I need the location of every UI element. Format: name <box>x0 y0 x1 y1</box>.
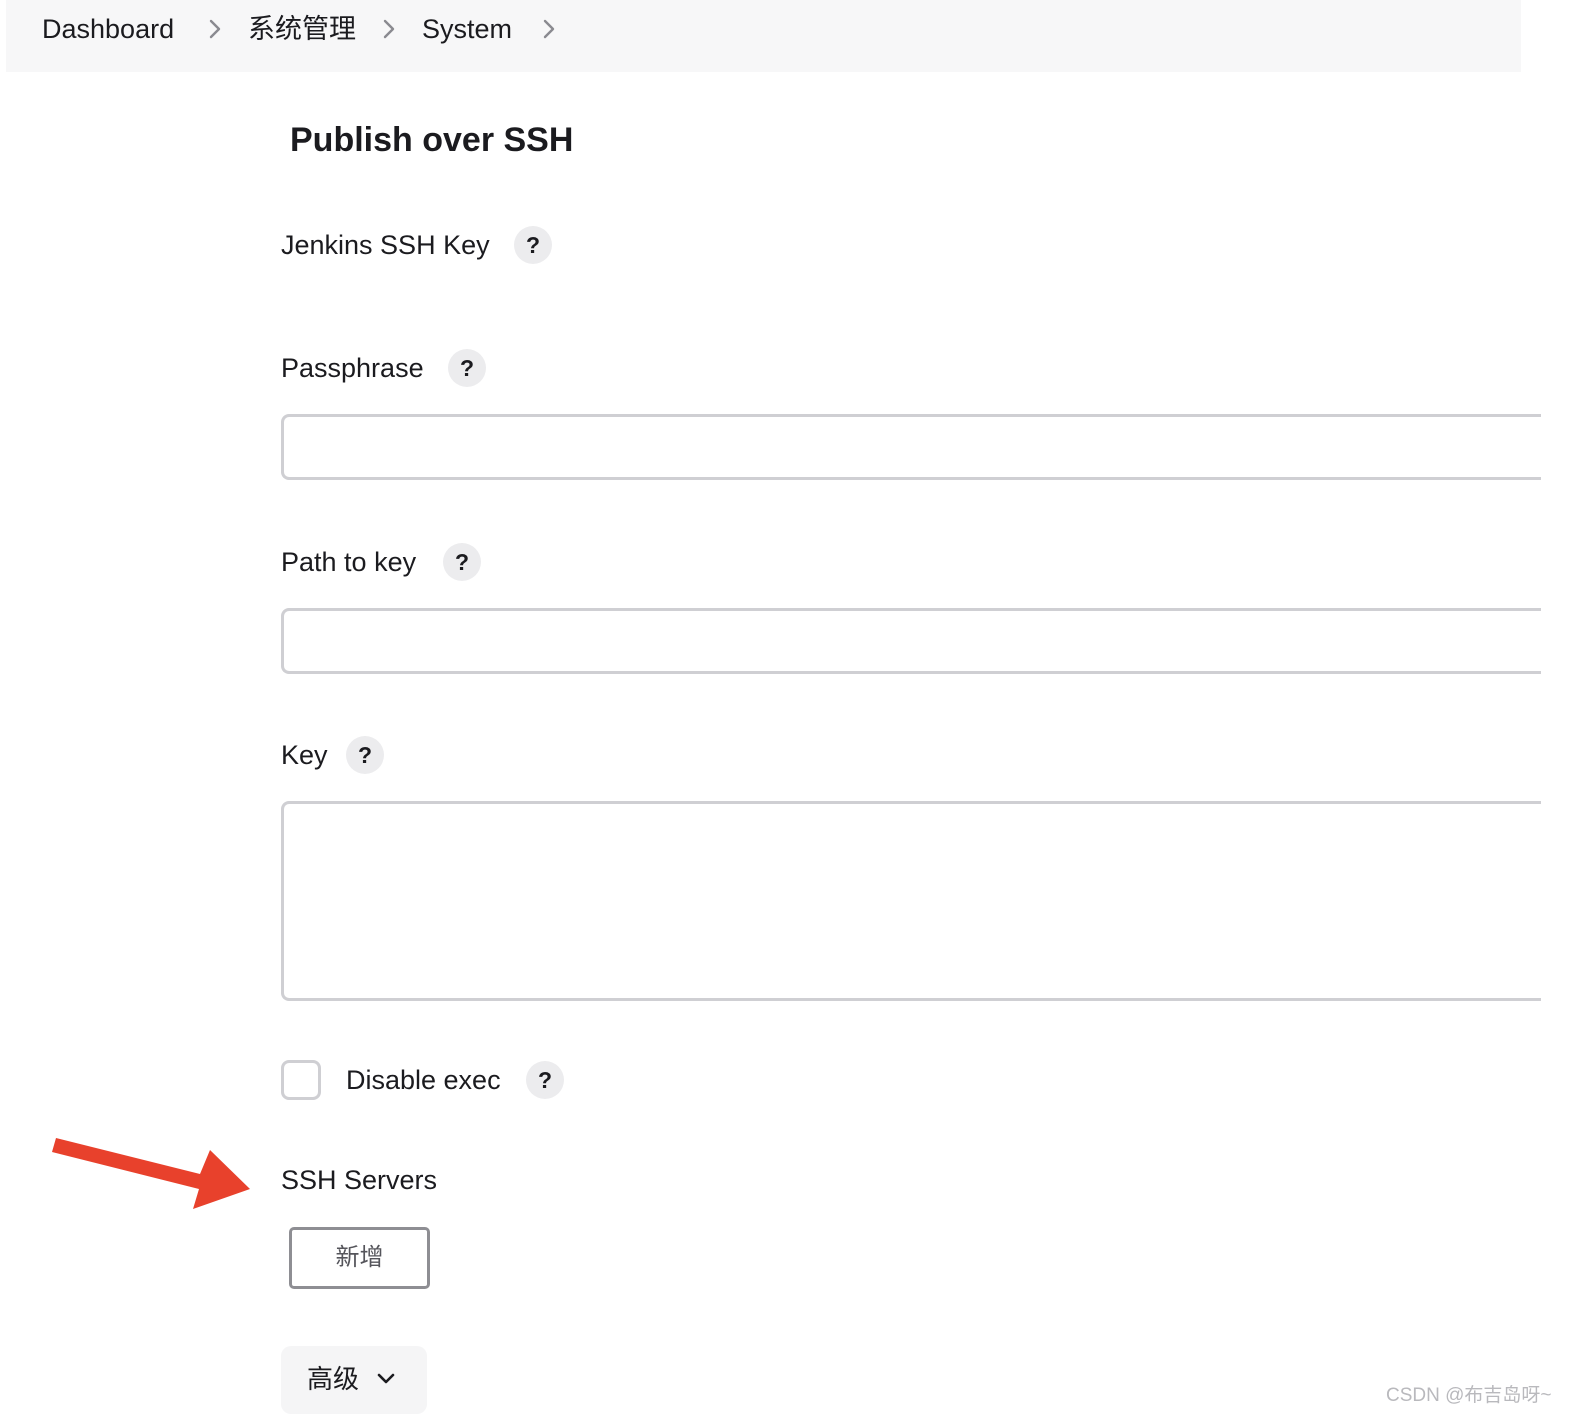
breadcrumb-item-dashboard[interactable]: Dashboard <box>42 12 174 46</box>
help-icon[interactable]: ? <box>346 736 384 774</box>
section-title: Publish over SSH <box>290 121 574 159</box>
jenkins-config-page: Dashboard 系统管理 System Publish over SSH J… <box>0 0 1580 1414</box>
red-arrow-icon <box>52 1138 250 1209</box>
add-ssh-server-button[interactable]: 新增 <box>289 1227 430 1289</box>
path-to-key-label: Path to key <box>281 547 417 577</box>
chevron-right-icon <box>382 14 396 44</box>
chevron-right-icon <box>208 14 222 44</box>
help-icon[interactable]: ? <box>443 543 481 581</box>
ssh-servers-label: SSH Servers <box>281 1165 438 1195</box>
key-textarea[interactable] <box>281 801 1541 1001</box>
jenkins-ssh-key-label: Jenkins SSH Key <box>281 230 490 260</box>
advanced-button[interactable]: 高级 <box>281 1346 427 1414</box>
breadcrumb: Dashboard 系统管理 System <box>6 0 1521 72</box>
disable-exec-label[interactable]: Disable exec <box>346 1063 501 1097</box>
help-icon[interactable]: ? <box>526 1061 564 1099</box>
disable-exec-checkbox[interactable] <box>281 1060 321 1100</box>
watermark: CSDN @布吉岛呀~ <box>1386 1385 1552 1406</box>
help-icon[interactable]: ? <box>514 226 552 264</box>
chevron-right-icon[interactable] <box>542 14 556 44</box>
breadcrumb-item-system[interactable]: System <box>422 12 512 46</box>
advanced-label: 高级 <box>307 1364 360 1394</box>
path-to-key-field[interactable] <box>281 608 1541 674</box>
breadcrumb-item-system-management[interactable]: 系统管理 <box>248 12 356 46</box>
help-icon[interactable]: ? <box>448 349 486 387</box>
chevron-down-icon <box>377 1373 395 1384</box>
key-label: Key <box>281 740 328 770</box>
passphrase-label: Passphrase <box>281 353 424 383</box>
passphrase-field[interactable] <box>281 414 1541 480</box>
